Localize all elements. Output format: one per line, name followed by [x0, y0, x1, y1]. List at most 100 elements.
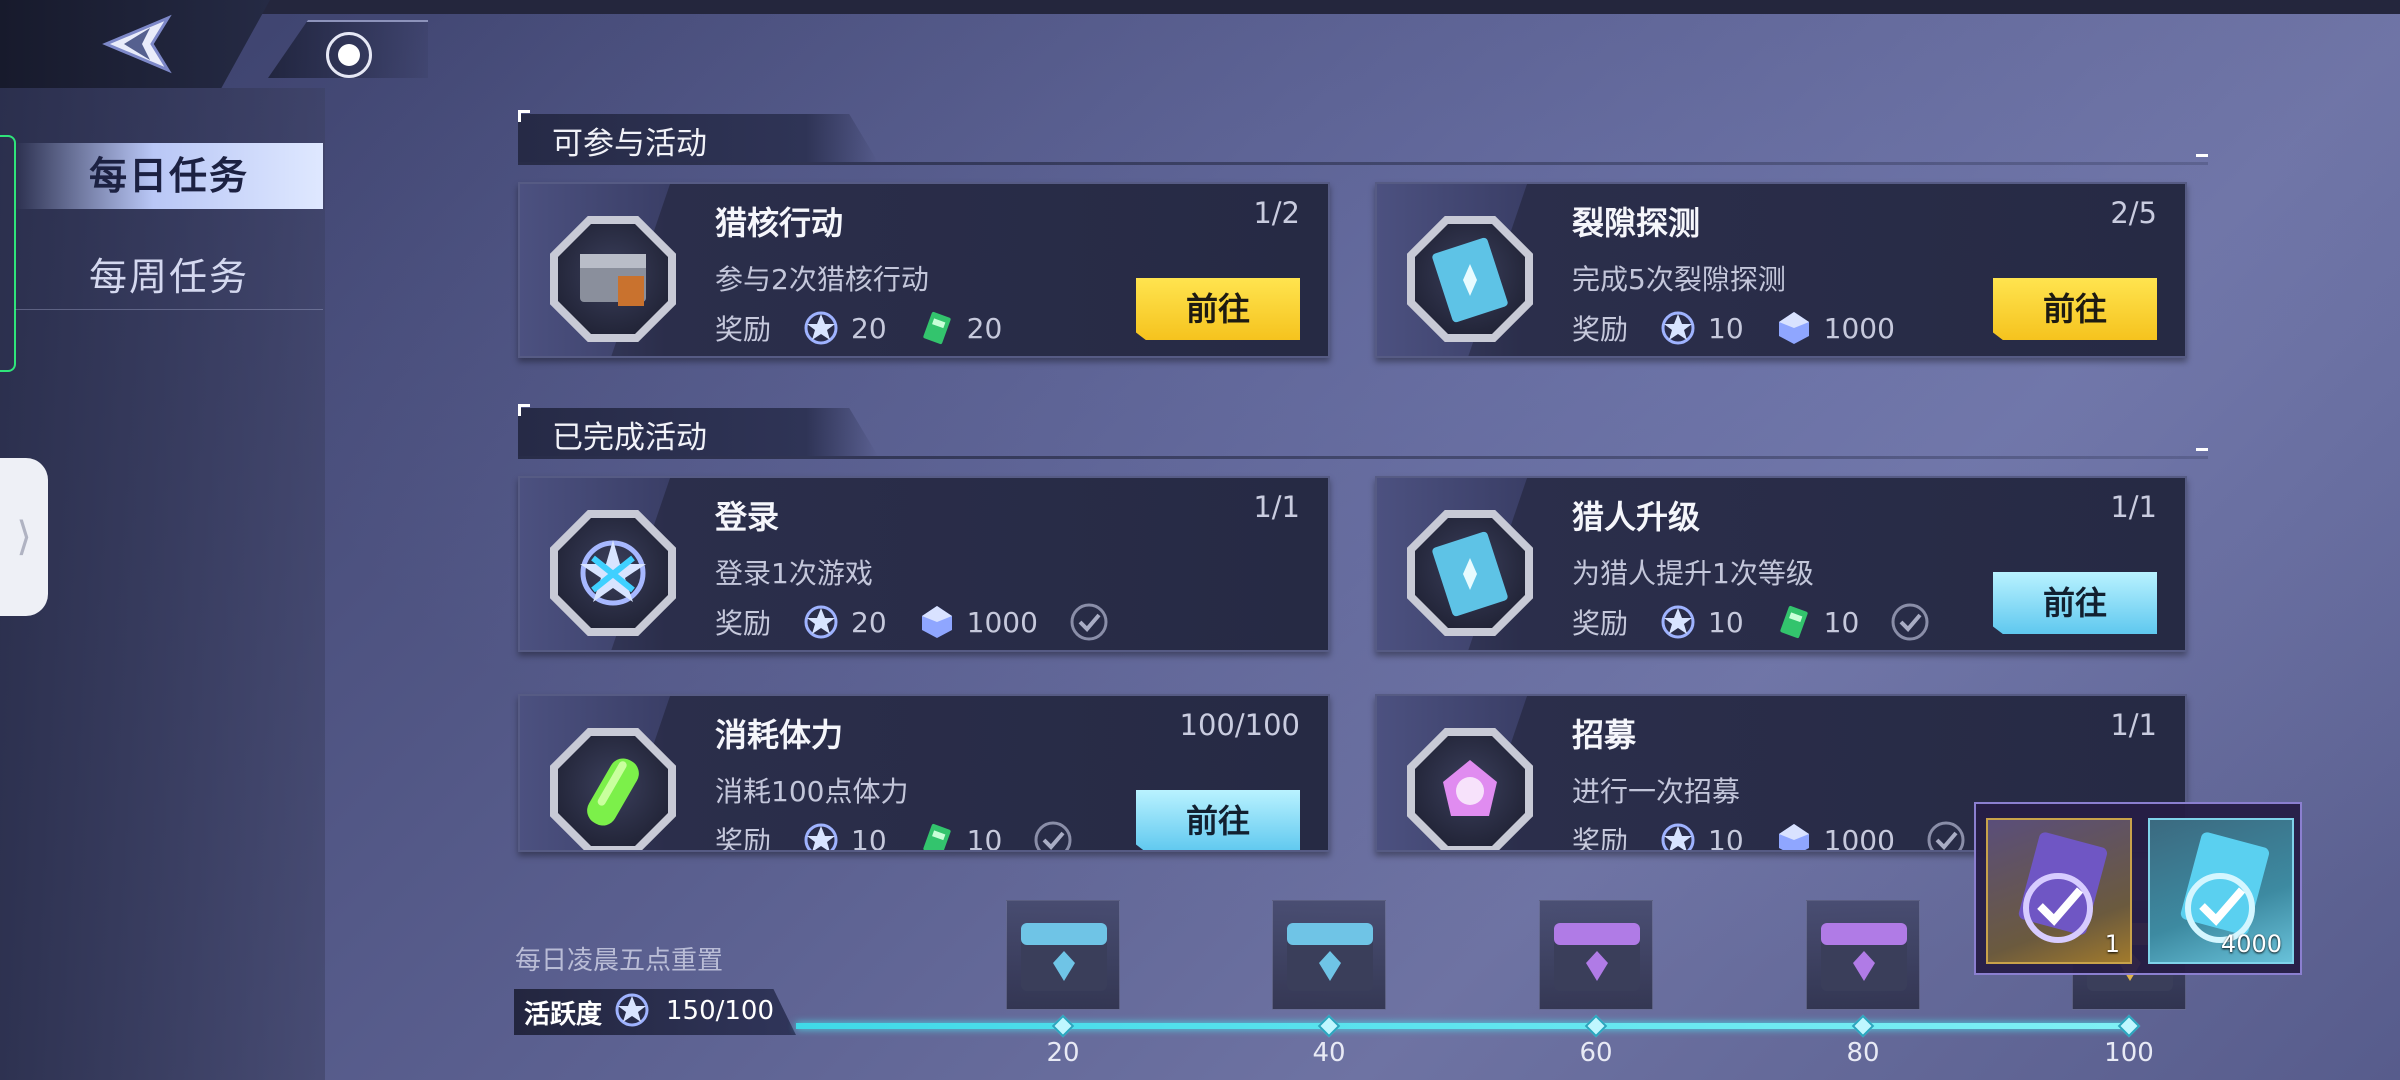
reward-value: 10	[1708, 605, 1744, 639]
reward-value: 10	[1708, 823, 1744, 852]
reward-item: 10	[1658, 308, 1744, 348]
task-title: 猎核行动	[715, 204, 844, 242]
expand-handle-chevron-icon[interactable]: ⟩	[0, 458, 48, 616]
activity-value: 150/100	[666, 996, 775, 1026]
crystal-icon	[921, 606, 952, 638]
section-end-tick	[2196, 448, 2208, 451]
star-badge-icon	[804, 311, 838, 345]
section-completed: 已完成活动	[518, 404, 2208, 468]
reset-time-text: 每日凌晨五点重置	[515, 946, 724, 976]
reward-label: 奖励	[715, 825, 772, 852]
task-description: 登录1次游戏	[715, 557, 873, 590]
milestone-marker	[1317, 1014, 1341, 1038]
reward-item: 20	[801, 308, 887, 348]
milestone-marker	[1851, 1014, 1875, 1038]
reward-item: 20	[801, 602, 887, 642]
green-ticket-icon	[1780, 605, 1808, 639]
sidebar	[0, 88, 325, 1080]
task-icon	[580, 254, 646, 306]
task-icon	[1432, 237, 1508, 323]
task-title: 裂隙探测	[1572, 204, 1701, 242]
task-title: 招募	[1572, 716, 1637, 754]
task-card: 消耗体力 100/100 消耗100点体力 奖励 10 10 前往	[518, 694, 1330, 852]
reward-item: 10	[917, 820, 1002, 850]
reward-value: 10	[1708, 311, 1744, 345]
task-card: 猎核行动 1/2 参与2次猎核行动 奖励 20 20 前往	[518, 182, 1330, 358]
check-circle-icon	[1034, 821, 1072, 850]
task-rewards: 奖励 10 1000	[1572, 310, 1925, 346]
reward-count: 4000	[2220, 930, 2282, 958]
milestone-label: 100	[2104, 1038, 2154, 1068]
reward-item: 10	[1658, 820, 1744, 852]
tab-weekly-tasks[interactable]: 每周任务	[15, 244, 323, 310]
task-progress: 1/1	[1253, 490, 1300, 524]
top-bar	[0, 0, 2400, 14]
reward-value: 20	[966, 311, 1003, 345]
star-badge-icon	[804, 823, 838, 850]
reward-item: 10	[1658, 602, 1744, 642]
reward-value: 1000	[1823, 311, 1895, 345]
task-title: 登录	[715, 498, 780, 536]
milestone-label: 80	[1846, 1038, 1880, 1068]
task-title: 消耗体力	[715, 716, 844, 754]
task-progress: 1/2	[1253, 196, 1300, 230]
go-button[interactable]: 前往	[1993, 572, 2157, 634]
section-divider	[518, 456, 2208, 459]
reward-count: 1	[2104, 930, 2120, 958]
reward-item-slot[interactable]: 1	[1986, 818, 2132, 964]
reward-chest-icon[interactable]	[1272, 900, 1386, 1010]
reward-item: 10	[1774, 602, 1859, 642]
task-description: 完成5次裂隙探测	[1572, 263, 1786, 296]
task-card: 裂隙探测 2/5 完成5次裂隙探测 奖励 10 1000 前往	[1375, 182, 2187, 358]
reward-label: 奖励	[1572, 313, 1629, 346]
milestone-marker	[1051, 1014, 1075, 1038]
star-badge-icon	[1661, 605, 1695, 639]
go-button[interactable]: 前往	[1993, 278, 2157, 340]
reward-chest-icon[interactable]	[1806, 900, 1920, 1010]
milestone-label: 40	[1312, 1038, 1346, 1068]
task-rewards: 奖励 10 10	[1572, 602, 1931, 642]
reward-chest-icon[interactable]	[1006, 900, 1120, 1010]
section-corner-mark	[518, 110, 530, 122]
sidebar-accent-frame	[0, 135, 16, 372]
reward-item: 1000	[1774, 820, 1895, 852]
star-badge-icon	[1661, 311, 1695, 345]
task-description: 参与2次猎核行动	[715, 263, 929, 296]
reward-item-slot[interactable]: 4000	[2148, 818, 2294, 964]
crystal-icon	[1778, 312, 1809, 344]
check-circle-icon	[1070, 603, 1108, 641]
task-progress: 2/5	[2110, 196, 2157, 230]
tab-daily-tasks[interactable]: 每日任务	[15, 143, 323, 209]
reward-chest-icon[interactable]	[1539, 900, 1653, 1010]
task-progress: 1/1	[2110, 708, 2157, 742]
green-ticket-icon	[923, 823, 951, 850]
star-badge-icon	[804, 605, 838, 639]
task-card: 登录 1/1 登录1次游戏 奖励 20 1000	[518, 476, 1330, 652]
task-icon	[1443, 760, 1497, 816]
star-badge-icon	[1661, 823, 1695, 850]
task-title: 猎人升级	[1572, 498, 1701, 536]
task-rewards: 奖励 20 1000	[715, 602, 1110, 642]
go-button[interactable]: 前往	[1136, 790, 1300, 850]
milestone-label: 20	[1046, 1038, 1080, 1068]
reward-value: 20	[851, 311, 887, 345]
go-button[interactable]: 前往	[1136, 278, 1300, 340]
star-badge-icon	[612, 990, 652, 1030]
reward-label: 奖励	[1572, 825, 1629, 852]
reward-label: 奖励	[715, 313, 772, 346]
task-description: 进行一次招募	[1572, 775, 1741, 808]
task-description: 消耗100点体力	[715, 775, 909, 808]
task-icon	[1432, 531, 1508, 617]
back-icon[interactable]	[98, 14, 178, 74]
task-description: 为猎人提升1次等级	[1572, 557, 1814, 590]
section-corner-mark	[518, 404, 530, 416]
reward-value: 1000	[1823, 823, 1895, 852]
reward-item: 20	[917, 308, 1003, 348]
reward-value: 20	[851, 605, 887, 639]
reward-label: 奖励	[715, 607, 772, 640]
section-title: 已完成活动	[552, 420, 707, 456]
milestone-label: 60	[1579, 1038, 1613, 1068]
home-icon[interactable]	[326, 32, 372, 78]
milestone-marker	[2117, 1014, 2141, 1038]
activity-label: 活跃度	[524, 1000, 603, 1030]
